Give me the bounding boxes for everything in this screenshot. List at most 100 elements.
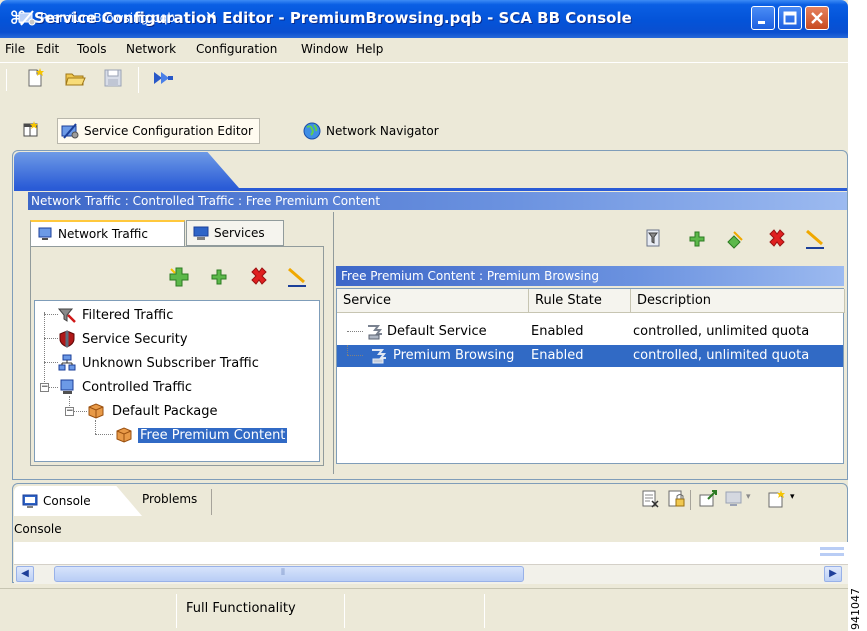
chevron-down-icon[interactable]: ▾ [746,492,751,502]
edit-rule-icon[interactable] [804,228,826,250]
menu-help[interactable]: Help [356,42,383,56]
menu-tools[interactable]: Tools [77,42,107,56]
tree-item-label: Controlled Traffic [82,379,193,395]
cell-rule-state: Enabled [531,348,584,363]
tree-item-controlled-traffic[interactable]: Controlled Traffic [58,377,194,397]
tree-item-label: Filtered Traffic [82,307,174,323]
menu-window[interactable]: Window [301,42,348,56]
table-row[interactable]: Premium Browsing Enabled controlled, unl… [337,345,843,367]
tree-line [48,387,58,388]
computer-icon [193,226,209,240]
tree-item-unknown-subscriber-traffic[interactable]: Unknown Subscriber Traffic [58,353,261,373]
scroll-grip-icon: ⦀ [281,568,285,578]
tree-line [73,411,87,412]
close-window-button[interactable] [805,6,829,30]
tree-line [44,312,45,388]
tree-line [44,314,58,315]
status-separator [176,594,177,628]
tree-item-free-premium-content[interactable]: Free Premium Content [114,425,288,445]
tree-item-filtered-traffic[interactable]: Filtered Traffic [58,305,175,325]
table-row[interactable]: Default Service Enabled controlled, unli… [337,321,843,343]
scroll-right-button[interactable]: ▶ [824,566,842,582]
scroll-lock-icon[interactable] [666,489,686,512]
open-console-icon[interactable] [766,489,786,512]
delete-icon[interactable] [248,266,270,288]
add-group-icon[interactable] [168,266,190,288]
clear-console-icon[interactable] [640,489,660,512]
editor-tab[interactable] [14,152,239,188]
tree-line [347,355,363,356]
editor-tab-close-button[interactable]: ✕ [205,9,217,25]
filter-icon [58,308,76,323]
service-editor-icon [61,123,79,139]
edit-pencil-icon[interactable] [286,266,308,288]
save-icon[interactable] [102,67,124,89]
service-icon [365,323,383,345]
open-folder-icon[interactable] [64,67,86,89]
tree-item-service-security[interactable]: Service Security [58,329,190,349]
status-separator [344,594,345,628]
console-output[interactable] [14,542,848,564]
tab-services[interactable]: Services [186,220,284,246]
pin-console-icon[interactable] [698,489,718,512]
cell-description: controlled, unlimited quota [633,324,810,339]
maximize-icon [783,11,797,25]
scroll-left-button[interactable]: ◀ [16,566,34,582]
menu-network[interactable]: Network [126,42,176,56]
tab-console-label: Console [43,494,91,508]
console-icon [22,494,38,508]
tree-line [95,420,96,434]
tree-line [95,434,113,435]
add-icon[interactable] [208,266,230,288]
open-perspective-icon[interactable] [22,121,40,142]
scrollbar-thumb[interactable]: ⦀ [54,566,524,582]
menu-file[interactable]: File [5,42,25,56]
perspective-label-sce: Service Configuration Editor [84,124,253,138]
tree-collapse-toggle[interactable]: − [65,407,74,416]
tab-services-label: Services [214,226,265,240]
package-icon [116,427,132,443]
menu-configuration[interactable]: Configuration [196,42,277,56]
add-rule-icon[interactable] [686,228,708,250]
duplicate-rule-icon[interactable] [724,228,746,250]
new-file-icon[interactable] [24,67,46,89]
console-label: Console [14,522,62,536]
delete-rule-icon[interactable] [766,228,788,250]
menu-edit[interactable]: Edit [36,42,59,56]
tab-separator [211,489,212,515]
tree-line [44,338,58,339]
service-icon [369,347,387,369]
minimize-icon [758,21,765,24]
column-header-description[interactable]: Description [631,289,845,313]
pqb-file-icon [18,9,36,30]
service-rules-table: Service Rule State Description Default S… [336,288,845,464]
monitor-icon [60,379,74,394]
toolbar-grip [6,69,7,91]
perspective-service-configuration-editor[interactable]: Service Configuration Editor [57,118,260,144]
network-icon [58,354,76,371]
vertical-scroll-grip[interactable] [820,545,844,566]
maximize-button[interactable] [778,6,802,30]
tree-item-label: Service Security [82,331,188,347]
minimize-button[interactable] [751,6,775,30]
column-header-service[interactable]: Service [337,289,529,313]
status-bar [0,588,848,631]
chevron-down-icon[interactable]: ▾ [790,492,795,502]
cell-service: Default Service [387,324,487,339]
filter-rules-icon[interactable] [644,228,666,250]
display-console-icon[interactable] [724,489,744,512]
shield-icon [59,330,75,348]
tab-problems[interactable]: Problems [142,492,197,506]
main-toolbar [0,62,848,116]
breadcrumb: Network Traffic : Controlled Traffic : F… [28,192,847,210]
figure-code: 941047 [849,588,862,630]
rules-table-title: Free Premium Content : Premium Browsing [336,266,844,286]
tree-item-default-package[interactable]: Default Package [86,401,220,421]
tree-collapse-toggle[interactable]: − [40,383,49,392]
column-header-rule-state[interactable]: Rule State [529,289,631,313]
forward-arrows-icon[interactable] [152,67,174,89]
tree-item-label: Unknown Subscriber Traffic [82,355,259,371]
toolbar-separator [690,490,691,510]
tab-network-traffic[interactable]: Network Traffic [30,220,185,246]
perspective-network-navigator[interactable]: Network Navigator [302,118,439,144]
